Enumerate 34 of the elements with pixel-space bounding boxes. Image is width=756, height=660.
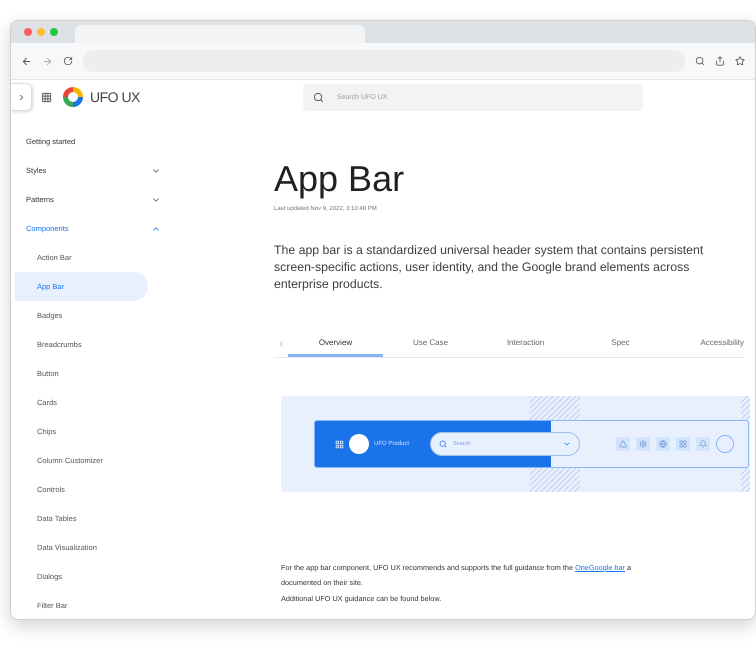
globe-icon [656, 437, 670, 451]
spacing-overlay [741, 468, 750, 492]
forward-icon[interactable] [42, 56, 53, 66]
menu-icon [335, 440, 344, 448]
search-icon [439, 440, 447, 448]
tab[interactable]: Interaction [478, 331, 573, 357]
tab[interactable]: Accessibility [668, 331, 744, 357]
settings-icon [636, 437, 650, 451]
tab[interactable]: Use Case [383, 331, 478, 357]
spacing-overlay [530, 396, 580, 420]
search-icon[interactable] [695, 56, 705, 66]
avatar-icon [716, 435, 734, 453]
page-title: App Bar [274, 159, 406, 199]
reload-icon[interactable] [63, 56, 73, 66]
grid-icon [676, 437, 690, 451]
site-name: UFO UX [90, 89, 140, 105]
tab[interactable]: Overview [288, 331, 383, 357]
menu-icon[interactable] [41, 92, 52, 102]
logo-icon [62, 86, 84, 108]
search-icon [312, 92, 324, 102]
minimize-dot-icon[interactable] [37, 28, 45, 36]
close-dot-icon[interactable] [24, 28, 32, 36]
spacing-overlay [530, 468, 580, 492]
chevron-left-icon [277, 340, 285, 348]
share-icon[interactable] [715, 56, 725, 66]
maximize-dot-icon[interactable] [50, 28, 58, 36]
dropdown-icon [563, 440, 571, 448]
logo-icon [349, 434, 369, 454]
bell-icon [696, 437, 710, 451]
page-description: The app bar is a standardized universal header system that contains persistent screen-specific actions, user identity, and the Google brand elements across enterprise products. [274, 242, 704, 293]
back-icon[interactable] [21, 56, 32, 66]
tab[interactable]: Spec [573, 331, 668, 357]
spacing-overlay [741, 396, 750, 420]
star-icon[interactable] [735, 56, 745, 66]
